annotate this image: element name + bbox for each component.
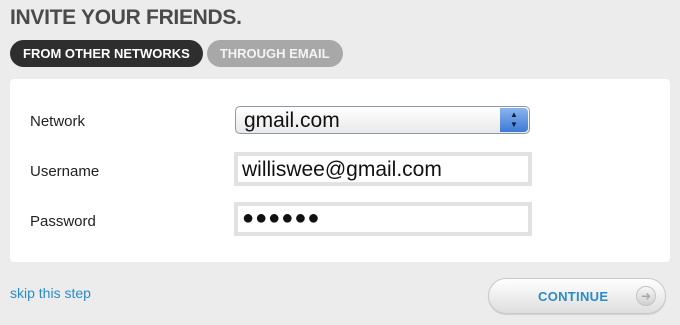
password-input[interactable]: ●●●●●● [234, 202, 532, 236]
username-row: Username williswee@gmail.com [10, 152, 670, 188]
page-title: INVITE YOUR FRIENDS. [10, 6, 242, 29]
network-row: Network gmail.com ▲ ▼ [10, 106, 670, 142]
password-label: Password [30, 213, 96, 230]
network-select[interactable]: gmail.com ▲ ▼ [235, 106, 530, 134]
continue-label: CONTINUE [538, 289, 609, 304]
continue-button[interactable]: CONTINUE ➜ [488, 278, 666, 314]
network-select-value: gmail.com [244, 109, 340, 132]
username-input[interactable]: williswee@gmail.com [234, 152, 532, 186]
skip-link[interactable]: skip this step [10, 285, 91, 301]
arrow-right-icon: ➜ [636, 286, 656, 306]
network-label: Network [30, 113, 86, 130]
tab-from-other-networks[interactable]: FROM OTHER NETWORKS [10, 40, 203, 67]
password-value: ●●●●●● [242, 207, 321, 229]
username-value: williswee@gmail.com [242, 158, 442, 181]
password-row: Password ●●●●●● [10, 202, 670, 238]
updown-arrows-icon: ▲ ▼ [500, 108, 528, 132]
tab-through-email[interactable]: THROUGH EMAIL [206, 40, 343, 67]
form-panel: Network gmail.com ▲ ▼ Username williswee@… [10, 79, 670, 262]
username-label: Username [30, 163, 100, 180]
tab-bar: FROM OTHER NETWORKS THROUGH EMAIL [10, 40, 343, 67]
